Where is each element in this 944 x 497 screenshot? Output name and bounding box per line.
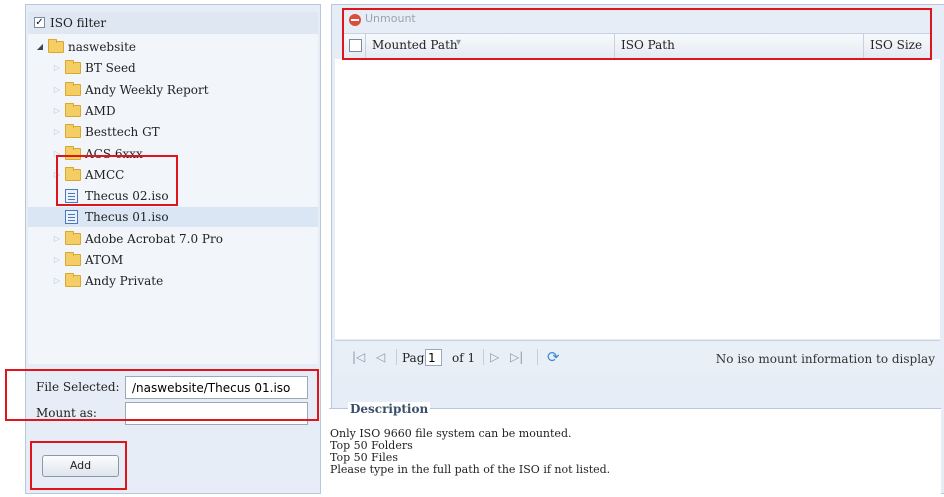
tree-item[interactable]: ▷ Besttech GT [28,122,318,142]
tree-item[interactable]: ▷ Andy Private [28,271,318,291]
description-line: Please type in the full path of the ISO … [330,463,611,476]
tree-item[interactable]: Thecus 01.iso [28,207,318,228]
expand-arrow-icon[interactable]: ▷ [53,80,61,100]
tree-item-label: Adobe Acrobat 7.0 Pro [85,231,223,246]
annotation-box-grid-header [342,8,932,60]
tree-item[interactable]: ▷ AMD [28,101,318,121]
description-title: Description [348,402,431,416]
folder-icon [65,124,81,139]
description-fieldset [329,408,941,497]
previous-page-icon[interactable]: ◁ [376,350,385,364]
pager-separator [483,349,484,365]
iso-filter-bar: ✓ ISO filter [28,12,318,35]
tree-item[interactable]: ◢ naswebsite [28,37,318,57]
tree-item-label: Thecus 01.iso [85,210,169,225]
folder-icon [65,230,81,245]
tree-item-label: Besttech GT [85,125,160,140]
page-number-input[interactable] [425,349,442,366]
iso-file-icon [65,210,78,225]
tree-item-label: ATOM [85,253,124,267]
expand-arrow-icon[interactable]: ▷ [53,101,61,121]
folder-icon [48,39,64,53]
annotation-box-add-button [30,441,127,490]
next-page-icon[interactable]: ▷ [490,350,499,364]
iso-filter-label: ISO filter [50,16,107,30]
tree-item-label: AMD [85,103,116,118]
tree-item[interactable]: ▷ ATOM [28,250,318,270]
collapse-arrow-icon[interactable]: ◢ [36,37,44,57]
pager-separator [396,349,397,365]
page-count-label: of 1 [452,351,476,365]
annotation-box-iso-files [56,155,178,206]
expand-arrow-icon[interactable]: ▷ [53,122,61,142]
tree-item[interactable]: ▷ BT Seed [28,58,318,78]
tree-item[interactable]: ▷ Adobe Acrobat 7.0 Pro [28,229,318,249]
tree-item[interactable]: ▷ Andy Weekly Report [28,80,318,100]
tree-item-label: BT Seed [85,61,136,76]
last-page-icon[interactable]: ▷| [510,350,523,364]
folder-icon [65,252,81,266]
folder-icon [65,81,81,96]
expand-arrow-icon[interactable]: ▷ [53,58,61,78]
pager-separator [537,349,538,365]
folder-icon [65,273,81,288]
tree-item-label: Andy Weekly Report [85,82,209,97]
folder-icon [65,60,81,75]
tree-item-label: naswebsite [68,40,137,54]
refresh-icon[interactable]: ⟳ [547,348,565,366]
annotation-box-file-selected [5,369,319,421]
expand-arrow-icon[interactable]: ▷ [53,229,61,249]
tree-item-label: Andy Private [85,274,164,289]
expand-arrow-icon[interactable]: ▷ [53,271,61,291]
first-page-icon[interactable]: |◁ [352,350,365,364]
mount-grid-body [335,59,940,339]
empty-grid-message: No iso mount information to display [715,352,935,366]
expand-arrow-icon[interactable]: ▷ [53,250,61,270]
folder-icon [65,102,81,117]
iso-filter-checkbox[interactable]: ✓ [34,17,45,28]
